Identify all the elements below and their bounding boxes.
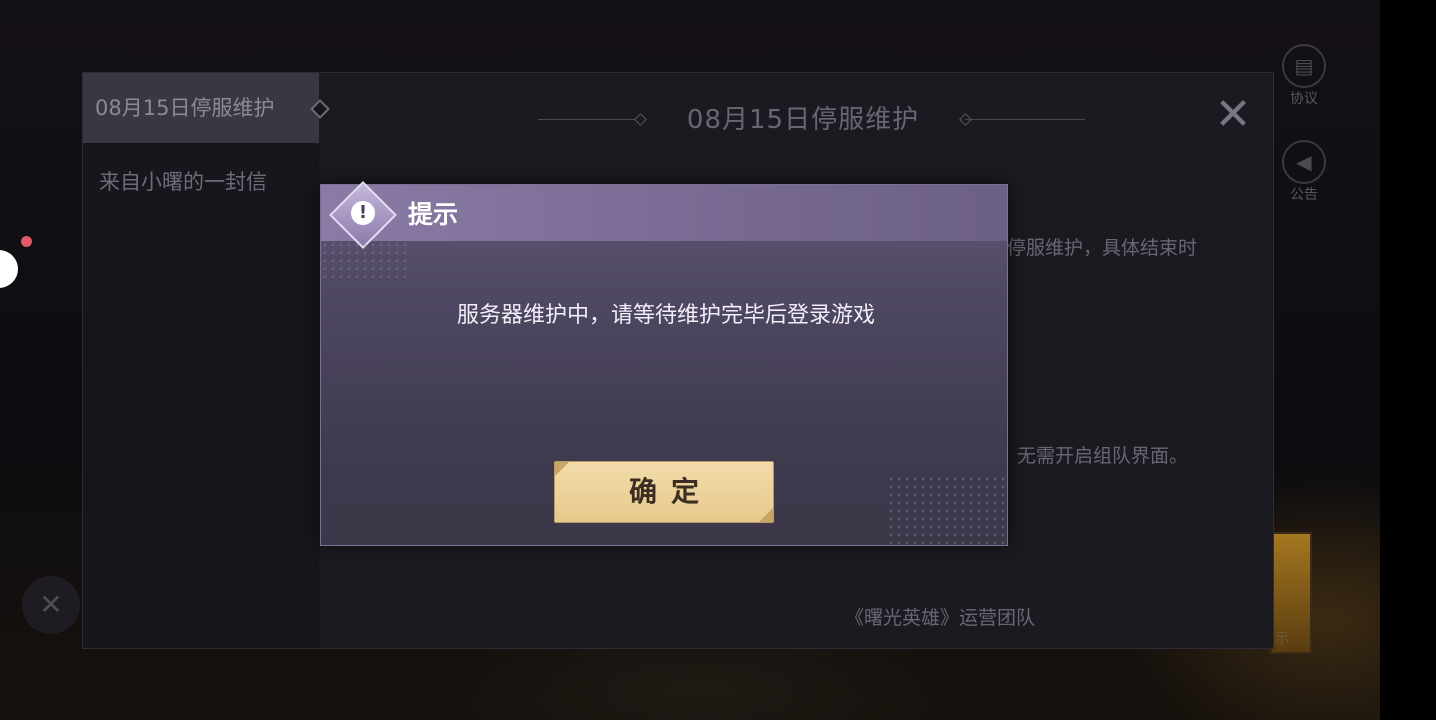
button-corner-ornament: [555, 462, 569, 476]
maintenance-dialog: ! 提示 服务器维护中，请等待维护完毕后登录游戏 确定: [320, 181, 1008, 546]
notification-dot: [21, 236, 32, 247]
close-button[interactable]: ✕: [1211, 93, 1255, 139]
close-icon: ✕: [1214, 89, 1252, 140]
button-corner-ornament: [759, 508, 773, 522]
agreement-button[interactable]: ▤ 协议: [1278, 44, 1330, 108]
agreement-label: 协议: [1290, 91, 1318, 107]
notice-body-text: 无需开启组队界面。: [1017, 445, 1189, 467]
notice-signature: 《曙光英雄》运营团队: [845, 607, 1036, 629]
megaphone-icon: ◀: [1282, 140, 1326, 184]
confirm-button-label: 确定: [628, 475, 713, 508]
notice-body-text: 停服维护，具体结束时: [1007, 237, 1198, 259]
title-divider-right: [965, 119, 1085, 120]
side-tab-label: 示: [1275, 631, 1289, 647]
notice-tab-label: 08月15日停服维护: [95, 96, 275, 120]
wrench-icon: ✕: [39, 588, 63, 621]
screen-edge-strip: [1380, 0, 1436, 720]
dialog-decoration: [321, 241, 411, 281]
announcement-button[interactable]: ◀ 公告: [1278, 140, 1330, 204]
notice-tab-maintenance[interactable]: 08月15日停服维护: [83, 73, 330, 143]
dialog-title: 提示: [408, 200, 459, 229]
dialog-decoration: [887, 475, 1007, 545]
dialog-message: 服务器维护中，请等待维护完毕后登录游戏: [456, 303, 875, 328]
confirm-button[interactable]: 确定: [554, 461, 774, 523]
notice-tab-list: 08月15日停服维护 来自小曙的一封信: [83, 73, 330, 648]
notice-tab-letter[interactable]: 来自小曙的一封信: [83, 157, 319, 207]
announcement-label: 公告: [1290, 187, 1318, 203]
warning-icon: !: [351, 201, 375, 225]
tools-button[interactable]: ✕: [22, 576, 80, 634]
document-icon: ▤: [1282, 44, 1326, 88]
notice-tab-label: 来自小曙的一封信: [99, 170, 267, 194]
dialog-header: ! 提示: [321, 181, 1007, 249]
tab-diamond-icon: [310, 99, 330, 119]
notice-title: 08月15日停服维护: [686, 105, 920, 135]
